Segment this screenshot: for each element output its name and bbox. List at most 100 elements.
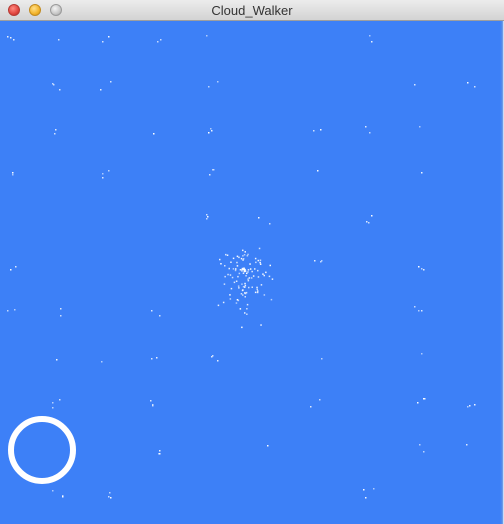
particle [240, 257, 243, 260]
particle [260, 324, 262, 326]
particle [423, 398, 425, 400]
particle [247, 279, 250, 282]
particle [231, 276, 234, 279]
particle [53, 84, 55, 86]
particle [238, 256, 240, 259]
particle [233, 281, 236, 284]
particle [247, 278, 249, 280]
particle [271, 278, 274, 280]
particle [7, 310, 9, 312]
particle [228, 267, 230, 270]
particle [211, 130, 213, 132]
particle [108, 170, 110, 172]
particle [110, 497, 112, 499]
particle [220, 263, 222, 265]
particle [242, 255, 244, 257]
particle [256, 286, 258, 289]
particle [245, 291, 248, 294]
particle [257, 259, 259, 262]
particle [232, 257, 235, 260]
particle [314, 260, 316, 262]
particle [52, 490, 54, 492]
particle [270, 298, 273, 301]
particle [13, 39, 15, 41]
particle [249, 263, 251, 265]
particle [259, 259, 262, 261]
particle [234, 269, 237, 272]
particle [55, 129, 57, 131]
particle [100, 89, 102, 91]
particle [237, 285, 240, 287]
particle [414, 84, 416, 86]
particle [109, 492, 111, 494]
particle [10, 37, 12, 39]
window-title: Cloud_Walker [211, 3, 293, 18]
particle [421, 172, 423, 174]
particle [108, 36, 110, 38]
particle [242, 294, 244, 296]
particle [418, 310, 420, 312]
particle [244, 270, 247, 272]
particle [244, 296, 246, 298]
particle [56, 359, 58, 361]
particle [238, 272, 241, 275]
window-edge [500, 21, 504, 524]
particle [108, 496, 110, 498]
particle [249, 268, 252, 270]
particle [262, 273, 264, 275]
particle [12, 174, 14, 176]
particle [217, 304, 220, 307]
particle [239, 308, 242, 310]
particle [238, 287, 240, 289]
particle [226, 254, 229, 256]
particle [207, 216, 209, 218]
particle [59, 89, 61, 91]
particle [258, 217, 260, 219]
particle [235, 268, 237, 270]
particle [102, 177, 104, 179]
particle [421, 353, 423, 355]
particle [365, 497, 367, 499]
particle [258, 247, 261, 250]
particle [248, 277, 251, 279]
particle [224, 275, 226, 278]
particle [244, 292, 246, 294]
particle [263, 294, 266, 296]
particle [321, 260, 323, 262]
particle [246, 308, 248, 310]
particle [419, 126, 421, 128]
particle [251, 270, 253, 273]
particle [255, 261, 257, 264]
particle [150, 400, 152, 402]
particle [245, 275, 247, 277]
particle [467, 82, 469, 84]
particle [467, 406, 469, 408]
particle [101, 361, 103, 363]
particle [153, 133, 155, 135]
particle [246, 303, 249, 306]
particle [229, 274, 232, 276]
particle [320, 129, 322, 131]
particle [60, 315, 62, 317]
particle [474, 86, 476, 88]
particle [208, 86, 210, 88]
particle [244, 282, 246, 285]
particle [246, 313, 248, 315]
particle [247, 269, 250, 271]
particle [246, 272, 248, 275]
particle [259, 261, 261, 264]
particle [236, 265, 239, 267]
particle [52, 402, 54, 404]
particle [469, 405, 471, 407]
particle [222, 301, 225, 304]
particle [223, 283, 226, 285]
particle [242, 286, 245, 288]
particle [59, 399, 61, 401]
particle [423, 269, 425, 271]
particle [365, 126, 367, 128]
particle [371, 215, 373, 217]
particle [236, 255, 239, 258]
particle [232, 268, 235, 270]
window-titlebar[interactable]: Cloud_Walker [0, 0, 504, 21]
particle [267, 445, 269, 447]
